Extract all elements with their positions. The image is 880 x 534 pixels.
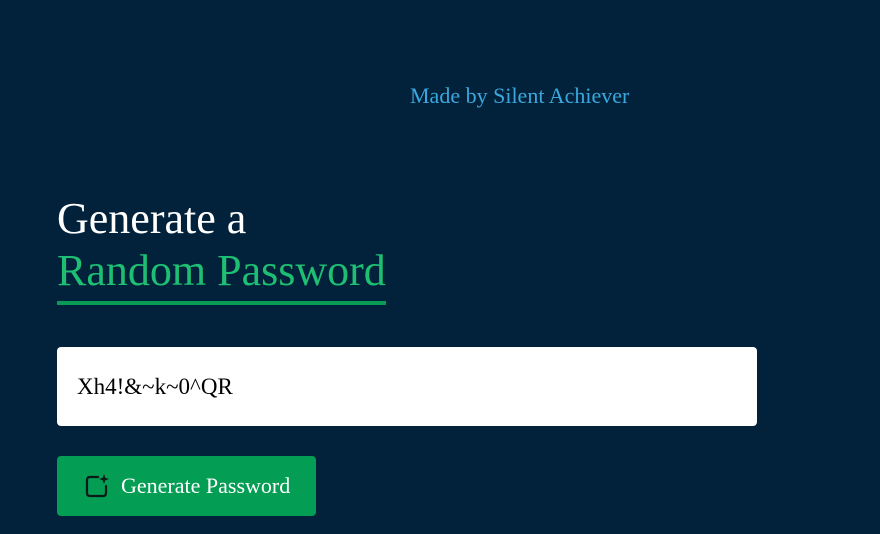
generate-button-label: Generate Password <box>121 473 291 498</box>
page-title: Generate a Random Password <box>57 193 386 305</box>
password-output-field[interactable] <box>77 373 737 400</box>
generate-password-button[interactable]: Generate Password <box>57 456 316 516</box>
credit-text: Made by Silent Achiever <box>410 83 630 108</box>
title-line-1: Generate a <box>57 194 247 243</box>
magic-square-icon <box>84 473 110 499</box>
password-display-box[interactable] <box>57 347 757 426</box>
title-line-2: Random Password <box>57 245 386 305</box>
